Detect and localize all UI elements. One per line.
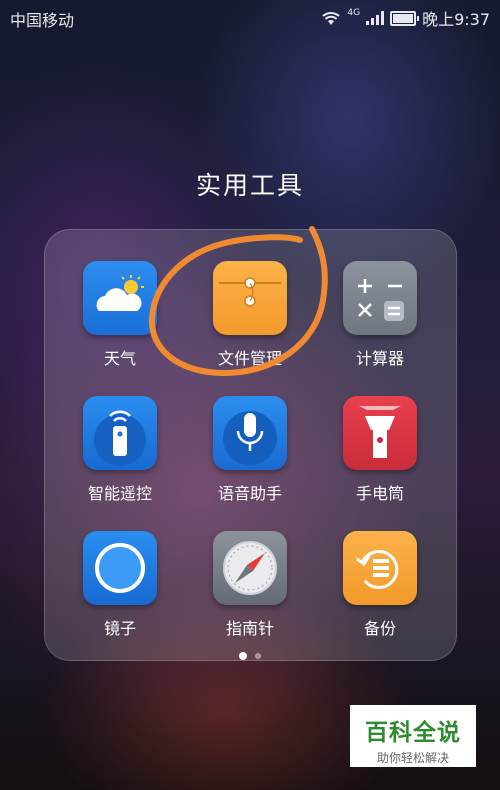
app-file-manager[interactable]: 文件管理 bbox=[190, 261, 310, 369]
compass-icon bbox=[213, 531, 287, 605]
app-label: 备份 bbox=[363, 619, 396, 638]
status-bar: 中国移动 4G 晚上9:37 bbox=[0, 0, 500, 34]
network-type: 4G bbox=[347, 8, 361, 18]
app-label: 语音助手 bbox=[217, 484, 282, 503]
status-icons: 4G 晚上9:37 bbox=[321, 6, 490, 30]
mirror-icon bbox=[83, 531, 157, 605]
file-manager-icon bbox=[213, 261, 287, 335]
app-label: 镜子 bbox=[103, 619, 136, 638]
app-compass[interactable]: 指南针 bbox=[190, 531, 310, 639]
watermark-brand: 百科全说 bbox=[365, 720, 461, 746]
smart-remote-icon bbox=[83, 396, 157, 470]
app-label: 手电筒 bbox=[355, 484, 404, 503]
app-weather[interactable]: 天气 bbox=[60, 261, 180, 369]
clock: 晚上9:37 bbox=[422, 10, 490, 29]
app-flashlight[interactable]: 手电筒 bbox=[320, 396, 440, 504]
watermark-slogan: 助你轻松解决 bbox=[376, 751, 449, 765]
app-label: 计算器 bbox=[355, 349, 404, 368]
flashlight-icon bbox=[343, 396, 417, 470]
watermark-logo: 百科全说 助你轻松解决 bbox=[350, 705, 476, 767]
app-calculator[interactable]: 计算器 bbox=[320, 261, 440, 369]
app-smart-remote[interactable]: 智能遥控 bbox=[60, 396, 180, 504]
app-label: 文件管理 bbox=[217, 349, 282, 368]
app-voice-assistant[interactable]: 语音助手 bbox=[190, 396, 310, 504]
page-indicator[interactable] bbox=[0, 645, 500, 664]
signal-icon bbox=[366, 11, 385, 25]
calculator-icon bbox=[343, 261, 417, 335]
page-dot[interactable] bbox=[255, 652, 261, 659]
app-backup[interactable]: 备份 bbox=[320, 531, 440, 639]
carrier-name: 中国移动 bbox=[10, 11, 75, 30]
folder-panel: 天气 文件管理 计算器 智能遥控 语音助手 手电筒 镜子 指南针 备份 bbox=[44, 229, 457, 661]
app-label: 智能遥控 bbox=[87, 484, 152, 503]
app-label: 指南针 bbox=[225, 619, 274, 638]
weather-icon bbox=[83, 261, 157, 335]
wifi-icon bbox=[322, 12, 341, 25]
app-mirror[interactable]: 镜子 bbox=[60, 531, 180, 639]
app-label: 天气 bbox=[103, 349, 136, 368]
battery-icon bbox=[390, 10, 420, 26]
folder-title: 实用工具 bbox=[195, 171, 304, 200]
voice-assistant-icon bbox=[213, 396, 287, 470]
backup-icon bbox=[343, 531, 417, 605]
page-dot[interactable] bbox=[239, 651, 247, 660]
